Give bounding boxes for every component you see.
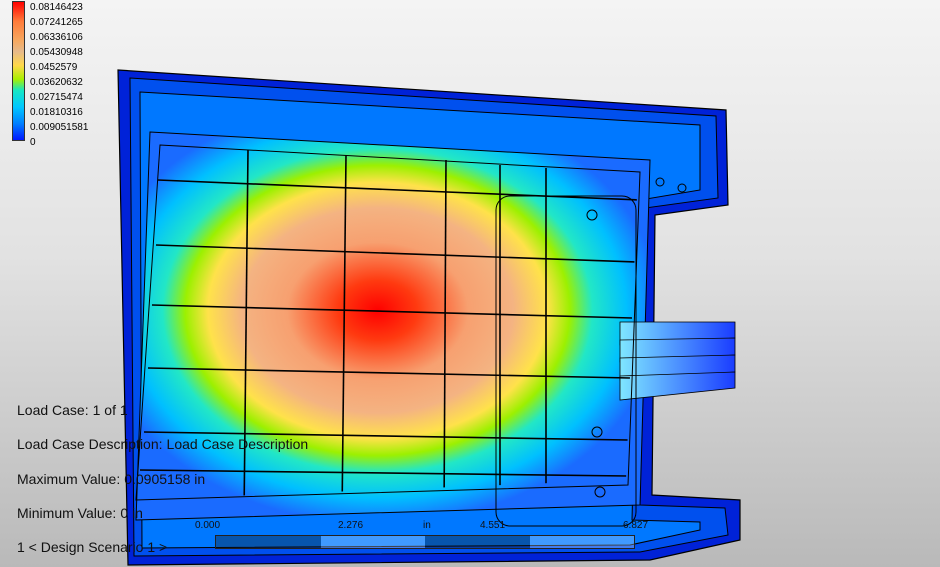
ruler-segment	[529, 536, 634, 548]
ruler-segment	[425, 536, 530, 548]
scale-ruler: 0.000 2.276 in 4.551 6.827	[195, 520, 649, 555]
legend-value: 0.07241265	[30, 17, 83, 28]
legend-value: 0.01810316	[30, 107, 83, 118]
min-value: 0 in	[120, 505, 143, 521]
legend-value: 0.009051581	[30, 122, 89, 133]
ruler-segment	[320, 536, 425, 548]
legend-color-bar	[12, 1, 25, 141]
legend-value: 0.03620632	[30, 77, 83, 88]
load-case-description: Load Case Description: Load Case Descript…	[17, 436, 308, 452]
color-legend: 0.08146423 0.07241265 0.06336106 0.05430…	[0, 0, 120, 150]
legend-value: 0.06336106	[30, 32, 83, 43]
ruler-segment	[216, 536, 321, 548]
ruler-label: 2.276	[338, 520, 364, 531]
ruler-bar	[215, 535, 635, 549]
legend-value: 0.08146423	[30, 2, 83, 13]
design-scenario-selector[interactable]: 1 < Design Scenario 1 >	[17, 539, 167, 555]
load-case-value: 1 of 1	[92, 402, 128, 418]
description-value: Load Case Description	[166, 436, 309, 452]
min-label: Minimum Value:	[17, 505, 117, 521]
legend-value: 0.0452579	[30, 62, 78, 73]
maximum-value-info: Maximum Value: 0.0905158 in	[17, 471, 205, 487]
legend-value: 0	[30, 137, 36, 148]
max-label: Maximum Value:	[17, 471, 121, 487]
connector-tabs	[619, 321, 736, 401]
legend-value: 0.02715474	[30, 92, 83, 103]
minimum-value-info: Minimum Value: 0 in	[17, 505, 143, 521]
ruler-label: 4.551	[480, 520, 506, 531]
max-value: 0.0905158 in	[124, 471, 206, 487]
description-label: Load Case Description:	[17, 436, 163, 452]
ruler-label: 6.827	[623, 520, 649, 531]
load-case-label: Load Case:	[17, 402, 89, 418]
legend-value: 0.05430948	[30, 47, 83, 58]
load-case-info: Load Case: 1 of 1	[17, 402, 128, 418]
ruler-unit: in	[423, 520, 431, 531]
ruler-label: 0.000	[195, 520, 221, 531]
